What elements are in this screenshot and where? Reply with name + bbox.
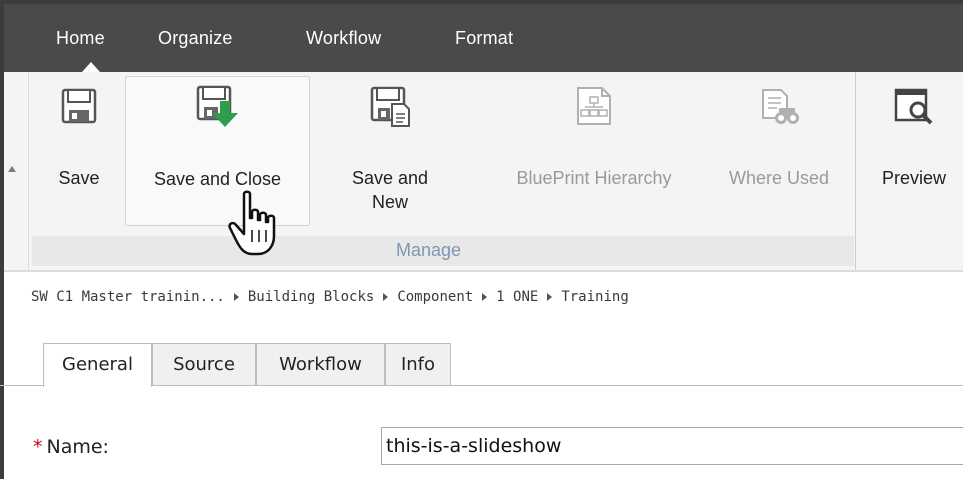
- breadcrumb-item-component[interactable]: Component: [397, 289, 473, 305]
- ribbon: Manage Save Save and Close Save and New …: [4, 72, 963, 272]
- save-and-close-label: Save and Close: [153, 169, 282, 189]
- tab-home[interactable]: Home: [56, 28, 105, 49]
- breadcrumb-item-1-one[interactable]: 1 ONE: [496, 289, 538, 305]
- breadcrumb-separator-icon: [547, 292, 553, 301]
- preview-label: Preview: [881, 168, 947, 188]
- where-used-binoculars-icon: [762, 89, 799, 124]
- breadcrumb-separator-icon: [383, 292, 389, 301]
- name-input[interactable]: [381, 427, 963, 465]
- blueprint-hierarchy-label: BluePrint Hierarchy: [516, 168, 672, 188]
- save-and-close-button[interactable]: Save and Close: [125, 76, 310, 226]
- save-and-new-label-line2: New: [371, 192, 408, 212]
- tab-format[interactable]: Format: [455, 28, 513, 49]
- tab-workflow[interactable]: Workflow: [306, 28, 381, 49]
- breadcrumb-item-publication[interactable]: SW C1 Master trainin...: [31, 289, 225, 305]
- ribbon-divider: [28, 72, 29, 270]
- name-field-label: * Name:: [33, 436, 109, 458]
- save-and-new-label: Save and New: [334, 166, 446, 214]
- blueprint-hierarchy-icon: [577, 87, 611, 125]
- breadcrumb: SW C1 Master trainin... Building Blocks Co…: [31, 289, 629, 305]
- breadcrumb-item-building-blocks[interactable]: Building Blocks: [248, 289, 374, 305]
- breadcrumb-separator-icon: [482, 292, 488, 301]
- floppy-disk-document-icon: [370, 86, 410, 127]
- save-label: Save: [58, 168, 100, 188]
- tab-source[interactable]: Source: [152, 343, 256, 385]
- hand-pointer-cursor-icon: [228, 190, 276, 256]
- tab-info[interactable]: Info: [385, 343, 451, 385]
- floppy-disk-arrow-icon: [196, 85, 238, 127]
- tab-general[interactable]: General: [43, 343, 152, 387]
- preview-button[interactable]: Preview: [868, 76, 960, 226]
- group-label-manage: Manage: [396, 240, 462, 260]
- floppy-disk-icon: [61, 88, 97, 124]
- save-button[interactable]: Save: [44, 76, 114, 226]
- where-used-button[interactable]: Where Used: [712, 76, 846, 226]
- preview-magnifier-icon: [894, 88, 933, 125]
- blueprint-hierarchy-button[interactable]: BluePrint Hierarchy: [490, 76, 698, 226]
- active-tab-indicator: [82, 62, 100, 72]
- tab-organize[interactable]: Organize: [158, 28, 233, 49]
- required-marker: *: [33, 436, 43, 458]
- save-and-new-label-line1: Save and: [351, 168, 429, 188]
- breadcrumb-separator-icon: [233, 292, 239, 301]
- ribbon-scroll-up-icon[interactable]: [8, 166, 16, 172]
- name-label-text: Name:: [46, 436, 109, 458]
- ribbon-group-separator: [855, 72, 856, 270]
- breadcrumb-item-training: Training: [561, 289, 629, 305]
- top-tab-bar: Home Organize Workflow Format: [4, 4, 963, 72]
- save-and-new-button[interactable]: Save and New: [334, 76, 446, 226]
- tab-form-workflow[interactable]: Workflow: [256, 343, 385, 385]
- ribbon-bottom-border: [4, 270, 963, 272]
- where-used-label: Where Used: [728, 168, 830, 188]
